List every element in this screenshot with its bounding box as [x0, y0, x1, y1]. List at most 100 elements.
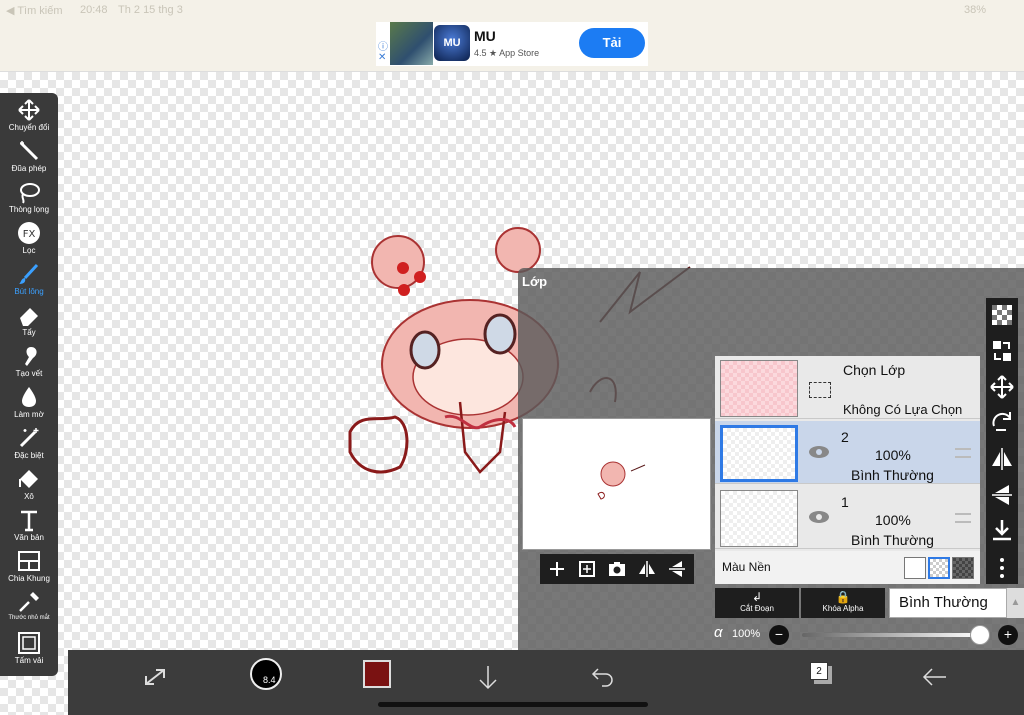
- download-button[interactable]: [473, 662, 503, 692]
- eye-icon[interactable]: [808, 445, 830, 459]
- bg-transparent-swatch[interactable]: [928, 557, 950, 579]
- lock-icon: 🔒: [835, 590, 851, 604]
- clipping-button[interactable]: ↲ Cắt Đoạn: [715, 588, 799, 618]
- ad-info-icon[interactable]: ⓘ: [378, 38, 388, 53]
- layer-panel-title: Lớp: [522, 274, 548, 289]
- status-back[interactable]: ◀ Tìm kiếm: [6, 4, 63, 17]
- blend-mode-select[interactable]: Bình Thường: [889, 588, 1007, 618]
- merge-down-icon: [993, 520, 1011, 541]
- checkerboard-icon: [992, 305, 1012, 325]
- move-layer-button[interactable]: [986, 370, 1018, 404]
- transform-button[interactable]: [140, 662, 170, 692]
- flip-vertical-icon: [669, 561, 685, 577]
- copy-icon: [579, 561, 595, 577]
- special-icon: [19, 428, 39, 448]
- ad-banner: ⓘ ✕ MU MU 4.5 ★ App Store Tải: [0, 20, 1024, 72]
- tool-smudge[interactable]: Tạo vết: [0, 341, 58, 382]
- text-icon: [21, 510, 37, 532]
- ad-title: MU: [474, 28, 496, 44]
- transfer-button[interactable]: [986, 334, 1018, 368]
- checker-button[interactable]: [986, 298, 1018, 332]
- layer-list: Chọn Lớp Không Có Lựa Chọn 2 100% Bình T…: [715, 356, 980, 584]
- tool-move[interactable]: Chuyển đổi: [0, 95, 58, 136]
- brush-icon: [19, 263, 39, 284]
- tool-bucket[interactable]: Xô: [0, 464, 58, 505]
- alpha-lock-button[interactable]: 🔒 Khóa Alpha: [801, 588, 885, 618]
- color-swatch-button[interactable]: [363, 660, 391, 688]
- selection-thumbnail: [720, 360, 798, 417]
- flip-horizontal-icon: [639, 561, 655, 577]
- tool-magic-wand[interactable]: Đũa phép: [0, 136, 58, 177]
- blur-icon: [22, 387, 36, 407]
- home-indicator[interactable]: [378, 702, 648, 707]
- plus-icon: [550, 562, 564, 576]
- ad-card[interactable]: ⓘ ✕ MU MU 4.5 ★ App Store Tải: [376, 22, 648, 66]
- fx-icon: FX: [18, 222, 40, 244]
- drag-handle-icon[interactable]: [955, 513, 971, 523]
- drag-handle-icon[interactable]: [955, 448, 971, 458]
- move-icon: [990, 375, 1014, 399]
- tool-lasso[interactable]: Thòng lọng: [0, 177, 58, 218]
- ad-close-icon[interactable]: ✕: [378, 52, 386, 63]
- back-button[interactable]: [920, 662, 950, 692]
- rotate-icon: [992, 412, 1011, 431]
- brush-size-value: 8.4: [263, 675, 276, 685]
- flip-vertical-button[interactable]: [662, 554, 692, 584]
- ad-download-button[interactable]: Tải: [579, 28, 645, 58]
- transform-icon: [145, 669, 165, 685]
- preview-toolbar: [540, 554, 694, 584]
- flip-layer-horizontal-button[interactable]: [986, 442, 1018, 476]
- arrow-left-icon: [922, 668, 946, 686]
- layer-row-2[interactable]: 2 100% Bình Thường: [715, 421, 980, 484]
- more-options-button[interactable]: [986, 552, 1018, 584]
- move-icon: [18, 99, 40, 121]
- frame-divider-icon: [18, 551, 40, 571]
- layer-thumbnail: [720, 425, 798, 482]
- lasso-icon: [20, 183, 40, 204]
- camera-button[interactable]: [602, 554, 632, 584]
- bg-white-swatch[interactable]: [904, 557, 926, 579]
- canvas-preview[interactable]: [522, 418, 711, 550]
- blend-mode-arrow-icon[interactable]: ▲: [1007, 588, 1024, 618]
- more-vertical-icon: [1000, 558, 1004, 578]
- opacity-slider[interactable]: [802, 633, 980, 637]
- layers-button[interactable]: 2: [810, 662, 834, 688]
- opacity-value: 100%: [732, 628, 761, 640]
- flip-horizontal-button[interactable]: [632, 554, 662, 584]
- tool-blur[interactable]: Làm mờ: [0, 382, 58, 423]
- undo-button[interactable]: [586, 662, 616, 692]
- status-bar: ◀ Tìm kiếm 20:48 Th 2 15 thg 3 38%: [0, 0, 1024, 20]
- opacity-slider-knob[interactable]: [970, 625, 990, 645]
- layer-row-1[interactable]: 1 100% Bình Thường: [715, 486, 980, 549]
- add-layer-button[interactable]: [542, 554, 572, 584]
- canvas-icon: [18, 632, 40, 654]
- selection-layer-row[interactable]: Chọn Lớp Không Có Lựa Chọn: [715, 356, 980, 419]
- camera-icon: [609, 562, 625, 576]
- tool-special[interactable]: Đặc biệt: [0, 423, 58, 464]
- tool-brush[interactable]: Bút lông: [0, 259, 58, 300]
- opacity-row: α 100% − +: [518, 620, 1024, 650]
- layer-actions-bar: [986, 298, 1018, 584]
- brush-size-button[interactable]: 8.4: [250, 658, 282, 690]
- tool-eraser[interactable]: Tẩy: [0, 300, 58, 341]
- tool-frame-divider[interactable]: Chia Khung: [0, 546, 58, 587]
- tool-text[interactable]: Văn bản: [0, 505, 58, 546]
- flip-layer-vertical-button[interactable]: [986, 478, 1018, 512]
- eye-icon[interactable]: [808, 510, 830, 524]
- preview-thumbnail: [597, 461, 646, 500]
- rotate-layer-button[interactable]: [986, 406, 1018, 440]
- opacity-increase-button[interactable]: +: [998, 625, 1018, 645]
- tool-canvas[interactable]: Tấm vải: [0, 628, 58, 669]
- status-date: Th 2 15 thg 3: [118, 4, 183, 16]
- undo-icon: [591, 668, 613, 687]
- bg-dark-swatch[interactable]: [952, 557, 974, 579]
- opacity-decrease-button[interactable]: −: [769, 625, 789, 645]
- bucket-icon: [19, 470, 38, 488]
- tool-eyedropper[interactable]: Thước nhỏ mắt: [0, 587, 58, 628]
- smudge-icon: [25, 347, 37, 366]
- merge-down-button[interactable]: [986, 514, 1018, 548]
- ad-thumbnail: [390, 22, 433, 65]
- copy-layer-button[interactable]: [572, 554, 602, 584]
- tool-filter[interactable]: FX Lọc: [0, 218, 58, 259]
- magic-wand-icon: [19, 141, 39, 161]
